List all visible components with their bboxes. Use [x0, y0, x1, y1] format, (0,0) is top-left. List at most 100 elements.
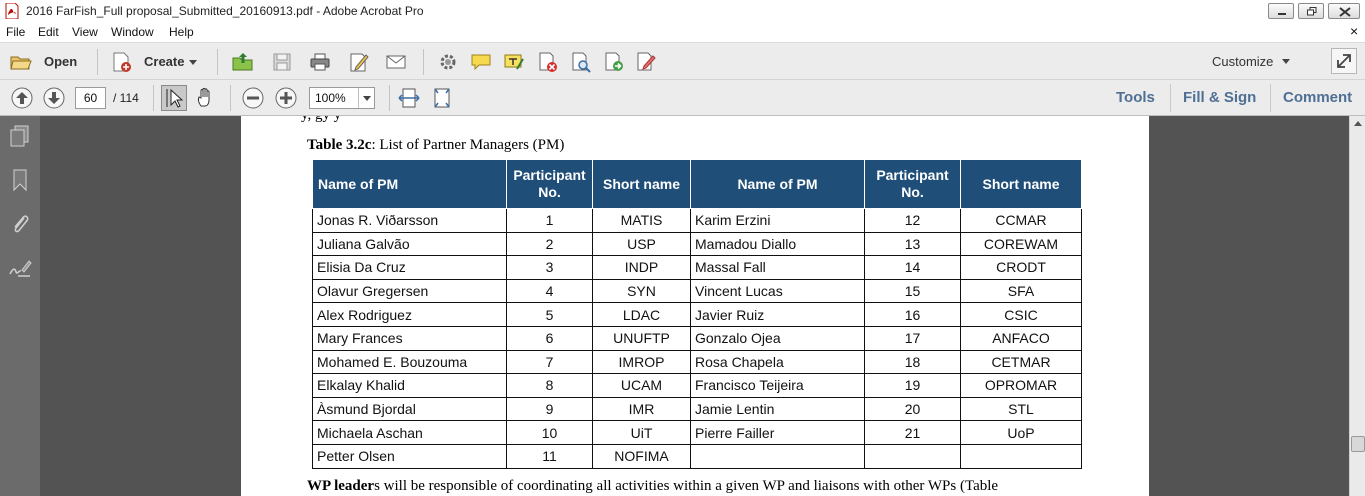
- gear-icon[interactable]: [437, 51, 459, 73]
- table-cell: Rosa Chapela: [690, 349, 865, 375]
- table-cell: SFA: [960, 278, 1082, 304]
- main-toolbar: Open Create Customize: [0, 42, 1365, 80]
- table-cell: 15: [864, 278, 961, 304]
- document-viewport[interactable]: y, gy y Table 3.2c: List of Partner Mana…: [40, 116, 1349, 496]
- fill-sign-pane-tab[interactable]: Fill & Sign: [1183, 89, 1256, 106]
- table-cell: Elisia Da Cruz: [312, 255, 507, 280]
- zoom-select[interactable]: 100%: [309, 87, 375, 109]
- folder-open-icon[interactable]: [10, 51, 32, 73]
- restore-button[interactable]: [1298, 3, 1324, 19]
- menu-window[interactable]: Window: [111, 25, 154, 39]
- fit-width-icon[interactable]: [397, 86, 421, 110]
- fullscreen-button[interactable]: [1331, 48, 1357, 74]
- email-icon[interactable]: [385, 51, 407, 73]
- table-caption: Table 3.2c: List of Partner Managers (PM…: [307, 137, 564, 154]
- toolbar-separator: [230, 85, 231, 111]
- table-cell: 18: [864, 349, 961, 375]
- menu-edit[interactable]: Edit: [38, 25, 59, 39]
- comment-bubble-icon[interactable]: [470, 51, 492, 73]
- table-cell: 3: [506, 255, 593, 280]
- menu-file[interactable]: File: [6, 25, 25, 39]
- open-button[interactable]: Open: [44, 54, 77, 69]
- table-cell: IMR: [592, 396, 691, 422]
- table-cell: 9: [506, 396, 593, 422]
- next-page-icon[interactable]: [42, 86, 66, 110]
- zoom-out-icon[interactable]: [241, 86, 265, 110]
- attachment-icon[interactable]: [8, 212, 32, 236]
- table-row: Olavur Gregersen 4 SYN Vincent Lucas 15 SFA: [312, 278, 1082, 304]
- bookmark-icon[interactable]: [8, 168, 32, 192]
- table-cell: 10: [506, 420, 593, 445]
- table-row: Juliana Galvão 2 USP Mamadou Diallo 13 COREWA…: [312, 231, 1082, 257]
- find-document-icon[interactable]: [570, 51, 592, 73]
- select-tool-button[interactable]: [161, 85, 187, 111]
- table-cell: 1: [506, 208, 593, 233]
- create-button[interactable]: Create: [144, 54, 184, 69]
- navigation-toolbar: 60 / 114 100% Tools Fill & Sign Comment: [0, 80, 1365, 116]
- close-document-button[interactable]: ×: [1350, 23, 1358, 39]
- pane-separator: [1170, 84, 1171, 112]
- navigation-panel: [0, 116, 40, 496]
- minimize-button[interactable]: [1268, 3, 1294, 19]
- tools-pane-tab[interactable]: Tools: [1116, 89, 1155, 106]
- table-cell: [864, 443, 961, 469]
- toolbar-separator: [423, 49, 424, 75]
- zoom-input[interactable]: 100%: [310, 88, 358, 108]
- comment-pane-tab[interactable]: Comment: [1283, 89, 1352, 106]
- chevron-down-icon[interactable]: [358, 88, 374, 108]
- table-cell: Juliana Galvão: [312, 231, 507, 257]
- wp-leaders-label: WP leader: [307, 478, 375, 494]
- toolbar-separator: [153, 85, 154, 111]
- table-cell: Àsmund Bjordal: [312, 396, 507, 422]
- title-bar: 2016 FarFish_Full proposal_Submitted_201…: [0, 0, 1365, 22]
- body-text-line: WP leaders will be responsible of coordi…: [307, 478, 998, 495]
- chevron-down-icon[interactable]: [189, 60, 197, 65]
- table-cell: UNUFTP: [592, 325, 691, 351]
- sign-document-icon[interactable]: [635, 51, 657, 73]
- toolbar-separator: [97, 49, 98, 75]
- save-icon[interactable]: [271, 51, 293, 73]
- table-cell: Mohamed E. Bouzouma: [312, 349, 507, 375]
- zoom-in-icon[interactable]: [274, 86, 298, 110]
- menu-view[interactable]: View: [72, 25, 98, 39]
- scrollbar-thumb[interactable]: [1351, 436, 1365, 452]
- export-document-icon[interactable]: [603, 51, 625, 73]
- table-caption-text: : List of Partner Managers (PM): [371, 137, 565, 153]
- customize-button[interactable]: Customize: [1212, 54, 1273, 69]
- table-cell: UCAM: [592, 373, 691, 398]
- hand-tool-icon[interactable]: [194, 86, 218, 110]
- fit-page-icon[interactable]: [430, 86, 454, 110]
- clipped-text-line: y, gy y: [301, 116, 341, 124]
- pane-separator: [1270, 84, 1271, 112]
- table-row: Elkalay Khalid 8 UCAM Francisco Teijeira 19 O…: [312, 373, 1082, 398]
- table-cell: 4: [506, 278, 593, 304]
- page-number-input[interactable]: 60: [75, 87, 106, 109]
- highlight-text-icon[interactable]: [503, 51, 525, 73]
- vertical-scrollbar[interactable]: [1349, 116, 1365, 496]
- table-cell: COREWAM: [960, 231, 1082, 257]
- previous-page-icon[interactable]: [10, 86, 34, 110]
- table-cell: SYN: [592, 278, 691, 304]
- table-row: Àsmund Bjordal 9 IMR Jamie Lentin 20 STL: [312, 396, 1082, 422]
- table-cell: Massal Fall: [690, 255, 865, 280]
- close-window-button[interactable]: [1328, 3, 1360, 19]
- column-header: Short name: [960, 159, 1082, 209]
- menu-bar: File Edit View Window Help ×: [0, 22, 1365, 42]
- table-cell: CSIC: [960, 302, 1082, 327]
- signature-icon[interactable]: [8, 256, 32, 280]
- remove-document-icon[interactable]: [537, 51, 559, 73]
- table-cell: Alex Rodriguez: [312, 302, 507, 327]
- print-icon[interactable]: [309, 51, 331, 73]
- table-cell: 17: [864, 325, 961, 351]
- pages-thumbnail-icon[interactable]: [8, 124, 32, 148]
- table-row: Alex Rodriguez 5 LDAC Javier Ruiz 16 CSIC: [312, 302, 1082, 327]
- column-header: Name of PM: [312, 159, 507, 209]
- column-header: Participant No.: [506, 159, 593, 209]
- folder-upload-icon[interactable]: [232, 51, 254, 73]
- menu-help[interactable]: Help: [169, 25, 194, 39]
- scroll-up-button[interactable]: [1351, 117, 1365, 131]
- edit-document-icon[interactable]: [348, 51, 370, 73]
- chevron-down-icon[interactable]: [1282, 59, 1290, 64]
- create-pdf-icon[interactable]: [111, 51, 133, 73]
- expand-icon: [1337, 54, 1351, 68]
